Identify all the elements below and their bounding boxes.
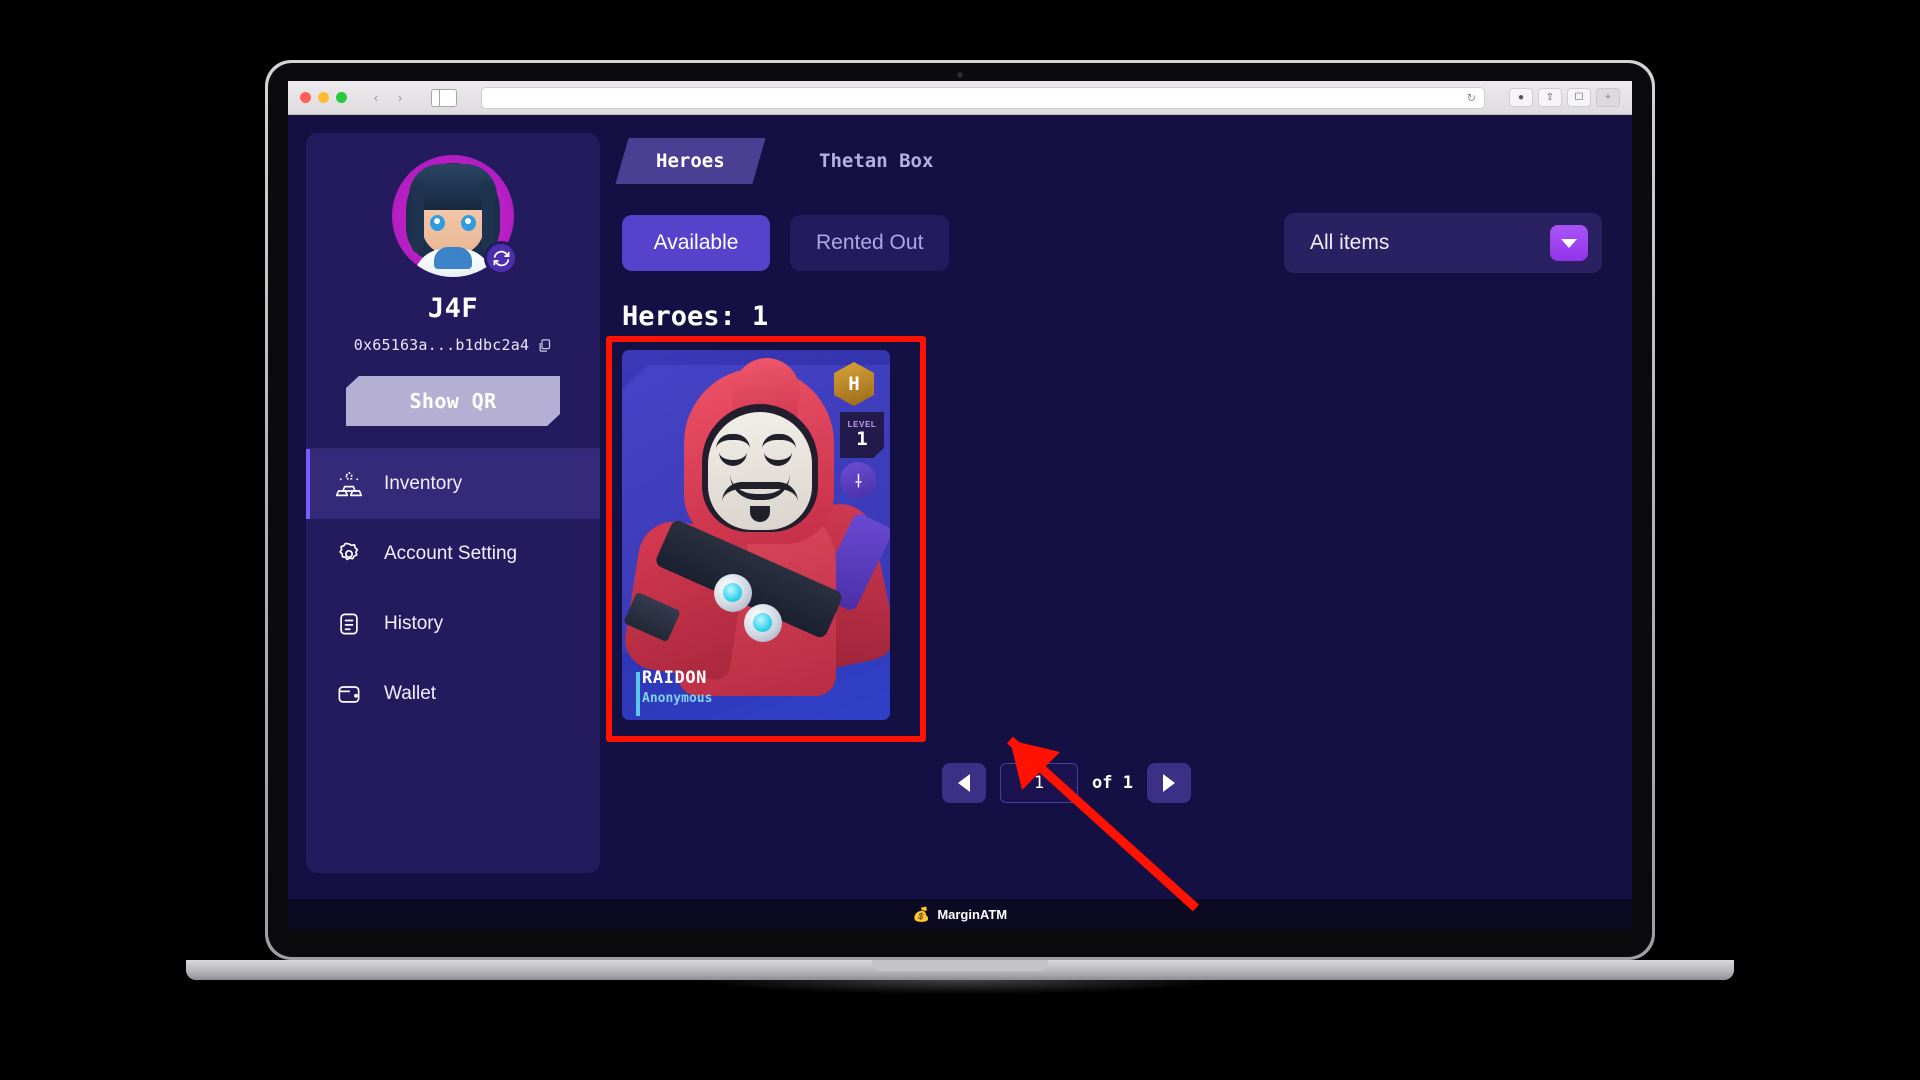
dropdown-selected-value: All items	[1310, 231, 1390, 254]
screenshot-root: ‹ › ↻ ● ⇧ ☐ + J4F 0x65163a...b1dbc2a4 Sh…	[0, 0, 1920, 1080]
show-qr-wrapper: Show QR	[306, 376, 600, 426]
content-tabs: Heroes Thetan Box	[615, 137, 1616, 185]
hero-card-raidon[interactable]: H LEVEL 1 RAIDON Anonymous	[622, 350, 890, 720]
inventory-icon	[334, 469, 364, 499]
main-content: Heroes Thetan Box Available Rented Out A…	[606, 133, 1616, 899]
sidebar-item-label: Wallet	[384, 683, 437, 704]
browser-nav-buttons[interactable]: ‹ ›	[365, 88, 411, 108]
level-value: 1	[856, 427, 868, 450]
tab-heroes[interactable]: Heroes	[615, 138, 766, 184]
browser-sidebar-toggle-icon[interactable]	[431, 88, 457, 107]
sidebar-menu: Inventory Account Setting History Wallet	[306, 449, 600, 729]
laptop-bezel: ‹ › ↻ ● ⇧ ☐ + J4F 0x65163a...b1dbc2a4 Sh…	[268, 63, 1652, 957]
sidebar-item-account-setting[interactable]: Account Setting	[306, 519, 600, 589]
laptop-frame: ‹ › ↻ ● ⇧ ☐ + J4F 0x65163a...b1dbc2a4 Sh…	[265, 60, 1655, 960]
window-traffic-lights[interactable]	[300, 92, 347, 103]
bottom-bar: 💰 MarginATM	[288, 899, 1632, 929]
tabs-icon[interactable]: ☐	[1567, 88, 1591, 107]
laptop-screen: ‹ › ↻ ● ⇧ ☐ + J4F 0x65163a...b1dbc2a4 Sh…	[288, 81, 1632, 929]
gear-icon	[334, 539, 364, 569]
browser-right-buttons[interactable]: ● ⇧ ☐ +	[1509, 88, 1620, 107]
copy-icon[interactable]	[537, 338, 552, 353]
filter-available-button[interactable]: Available	[622, 215, 770, 271]
sidebar-item-history[interactable]: History	[306, 589, 600, 659]
heroes-count: Heroes: 1	[622, 301, 769, 332]
hero-subtitle: Anonymous	[642, 691, 713, 706]
username: J4F	[427, 293, 479, 324]
refresh-avatar-icon[interactable]	[484, 241, 518, 275]
page-input[interactable]	[1000, 763, 1078, 803]
browser-toolbar: ‹ › ↻ ● ⇧ ☐ +	[288, 81, 1632, 115]
chevron-left-icon[interactable]	[942, 763, 986, 803]
sidebar: J4F 0x65163a...b1dbc2a4 Show QR Inventor…	[306, 133, 600, 873]
laptop-shadow	[700, 980, 1220, 994]
download-icon[interactable]: ●	[1509, 88, 1533, 107]
tab-label: Thetan Box	[818, 150, 934, 172]
tab-label: Heroes	[656, 150, 725, 172]
wallet-address-row[interactable]: 0x65163a...b1dbc2a4	[306, 336, 600, 354]
app-container: J4F 0x65163a...b1dbc2a4 Show QR Inventor…	[288, 115, 1632, 899]
sidebar-item-wallet[interactable]: Wallet	[306, 659, 600, 729]
pagination: of 1	[942, 763, 1191, 803]
sidebar-item-label: History	[384, 613, 444, 634]
close-window-button[interactable]	[300, 92, 311, 103]
wallet-address: 0x65163a...b1dbc2a4	[353, 336, 530, 354]
hero-card-footer: RAIDON Anonymous	[622, 667, 890, 716]
avatar-wrapper	[392, 155, 518, 277]
tab-thetan-box[interactable]: Thetan Box	[778, 138, 974, 184]
wallet-icon	[334, 679, 364, 709]
chevron-right-icon[interactable]	[1146, 763, 1191, 803]
back-button[interactable]: ‹	[365, 88, 387, 108]
chevron-down-icon[interactable]	[1550, 225, 1588, 261]
hero-artwork	[622, 354, 890, 720]
show-qr-button[interactable]: Show QR	[346, 376, 560, 426]
margin-atm-logo: 💰	[912, 905, 931, 922]
share-icon[interactable]: ⇧	[1538, 88, 1562, 107]
dagger-icon	[840, 462, 876, 498]
minimize-window-button[interactable]	[318, 92, 329, 103]
document-icon	[334, 609, 364, 639]
laptop-base	[186, 960, 1734, 980]
page-total-label: of 1	[1092, 773, 1133, 793]
forward-button[interactable]: ›	[389, 88, 411, 108]
items-filter-dropdown[interactable]: All items	[1284, 213, 1602, 273]
new-tab-icon[interactable]: +	[1596, 88, 1620, 107]
laptop-base-notch	[872, 960, 1048, 971]
address-bar[interactable]: ↻	[481, 86, 1485, 109]
hero-name: RAIDON	[642, 667, 708, 688]
hero-card-slot: H LEVEL 1 RAIDON Anonymous	[606, 336, 942, 742]
webcam-icon	[957, 72, 963, 78]
filter-rented-out-button[interactable]: Rented Out	[790, 215, 950, 271]
bottom-bar-text: MarginATM	[937, 906, 1008, 922]
sidebar-item-label: Account Setting	[384, 543, 518, 564]
sidebar-item-inventory[interactable]: Inventory	[306, 449, 600, 519]
zoom-window-button[interactable]	[336, 92, 347, 103]
level-badge: LEVEL 1	[840, 412, 884, 458]
sidebar-item-label: Inventory	[384, 473, 463, 494]
reload-icon[interactable]: ↻	[1467, 91, 1476, 104]
filter-row: Available Rented Out All items	[622, 213, 1616, 273]
